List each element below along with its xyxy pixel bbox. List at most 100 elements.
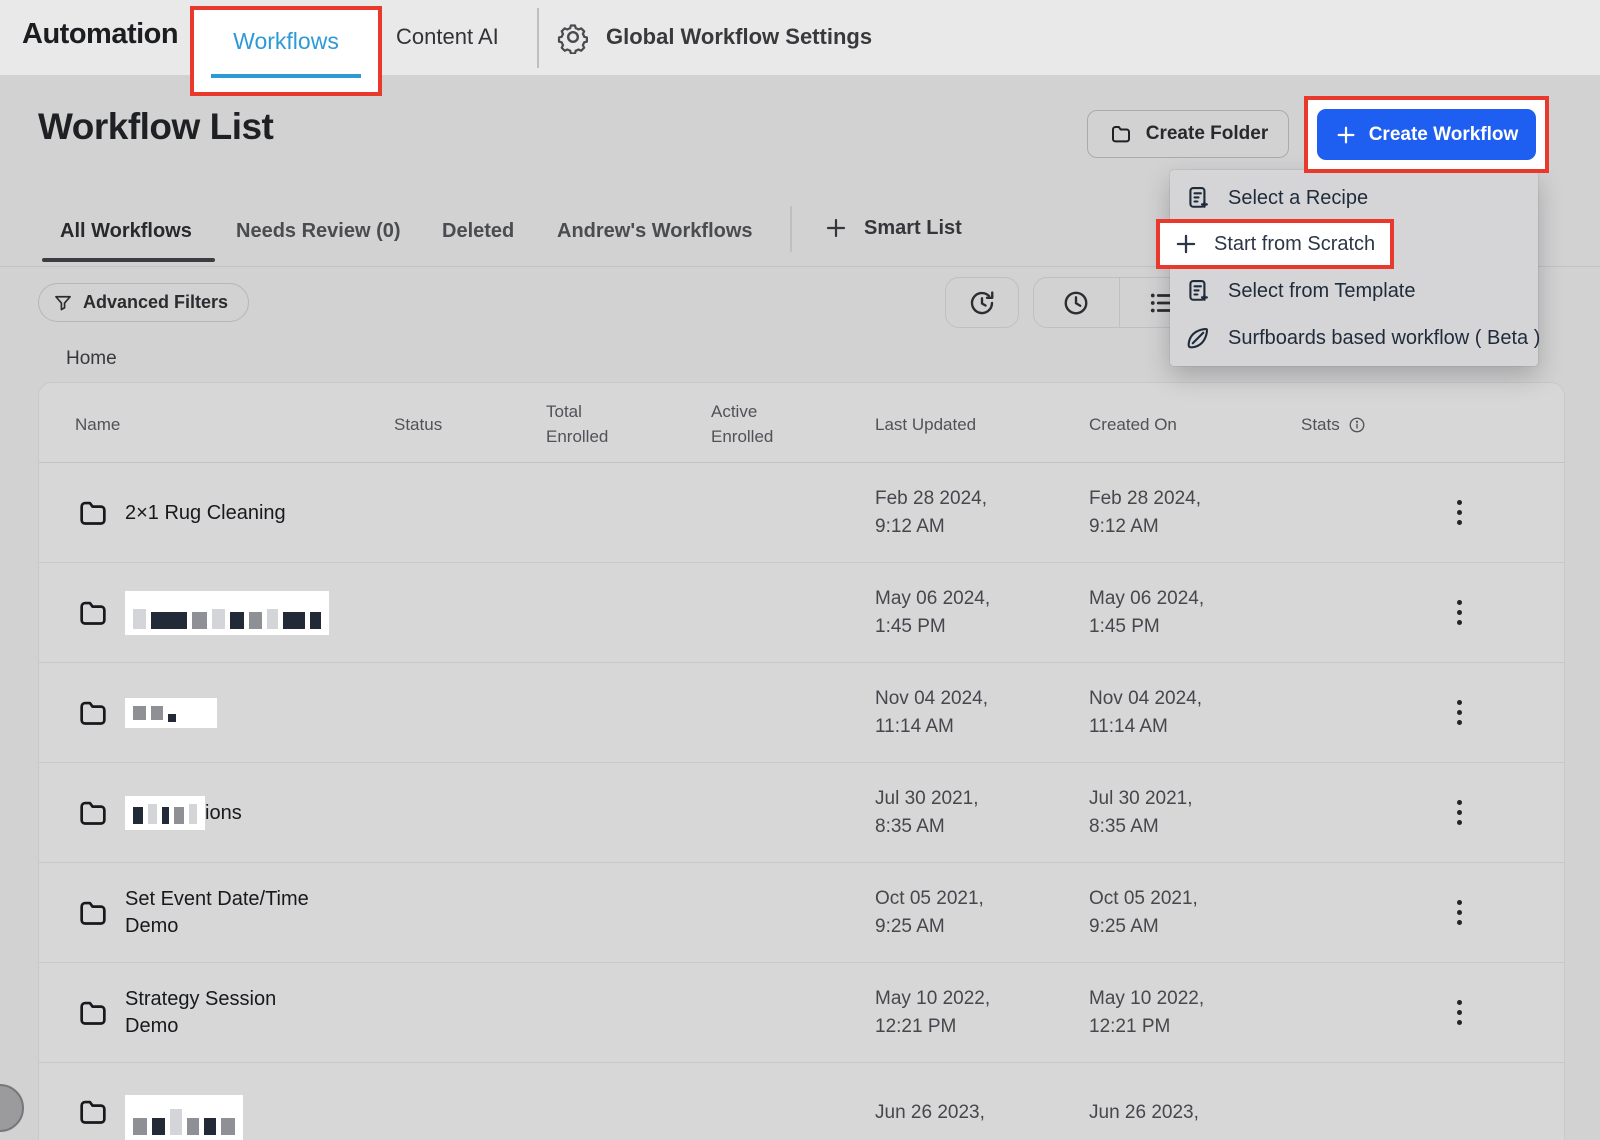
create-folder-button[interactable]: Create Folder xyxy=(1087,110,1289,158)
annotation-box-workflows: Workflows xyxy=(190,6,382,96)
column-header-status: Status xyxy=(394,412,442,437)
create-workflow-button[interactable]: Create Workflow xyxy=(1317,109,1536,160)
created-on-cell: Jul 30 2021,8:35 AM xyxy=(1089,785,1193,841)
folder-icon xyxy=(75,496,111,530)
redacted-workflow-name xyxy=(125,796,205,830)
info-icon[interactable] xyxy=(1348,416,1366,434)
topbar-divider xyxy=(537,8,539,68)
menu-item-label: Select from Template xyxy=(1228,280,1416,303)
active-filter-tab-underline xyxy=(42,258,215,262)
floating-widget-button[interactable] xyxy=(0,1084,24,1132)
workflow-name-suffix: ions xyxy=(205,802,242,825)
created-on-cell: May 10 2022,12:21 PM xyxy=(1089,985,1204,1041)
redacted-workflow-name xyxy=(125,698,217,728)
clock-view-button[interactable] xyxy=(1034,278,1119,327)
created-on-cell: Oct 05 2021,9:25 AM xyxy=(1089,885,1198,941)
row-actions-button[interactable] xyxy=(1439,891,1479,935)
last-updated-cell: May 06 2024,1:45 PM xyxy=(875,585,990,641)
table-row[interactable]: Set Event Date/Time Demo Oct 05 2021,9:2… xyxy=(39,863,1564,963)
created-on-cell: Jun 26 2023, xyxy=(1089,1099,1199,1127)
workflow-name[interactable]: Set Event Date/Time Demo xyxy=(125,886,337,940)
row-actions-button[interactable] xyxy=(1439,691,1479,735)
advanced-filters-button[interactable]: Advanced Filters xyxy=(38,283,249,322)
plus-icon xyxy=(1173,231,1199,257)
row-actions-button[interactable] xyxy=(1439,791,1479,835)
template-icon xyxy=(1184,277,1212,305)
stats-label: Stats xyxy=(1301,412,1340,437)
breadcrumb[interactable]: Home xyxy=(66,348,117,370)
created-on-cell: Feb 28 2024,9:12 AM xyxy=(1089,485,1201,541)
column-header-created-on: Created On xyxy=(1089,412,1177,437)
workflow-name[interactable]: 2×1 Rug Cleaning xyxy=(125,500,286,527)
folder-icon xyxy=(75,796,111,830)
create-workflow-label: Create Workflow xyxy=(1369,124,1519,146)
plus-icon xyxy=(824,216,848,240)
create-folder-label: Create Folder xyxy=(1146,123,1268,145)
last-updated-cell: Nov 04 2024,11:14 AM xyxy=(875,685,988,741)
gear-icon xyxy=(556,20,590,54)
table-row[interactable]: ions Jul 30 2021,8:35 AM Jul 30 2021,8:3… xyxy=(39,763,1564,863)
table-row[interactable]: May 06 2024,1:45 PM May 06 2024,1:45 PM xyxy=(39,563,1564,663)
menu-item-select-from-template[interactable]: Select from Template xyxy=(1184,277,1416,305)
table-header-row: Name Status Total Enrolled Active Enroll… xyxy=(39,383,1564,463)
menu-item-label: Select a Recipe xyxy=(1228,187,1368,210)
clock-icon xyxy=(1061,288,1091,318)
annotation-box-create-workflow: Create Workflow xyxy=(1304,96,1549,173)
table-row[interactable]: 2×1 Rug Cleaning Feb 28 2024,9:12 AM Feb… xyxy=(39,463,1564,563)
smart-list-label: Smart List xyxy=(864,217,962,240)
plus-icon xyxy=(1335,124,1357,146)
tab-deleted[interactable]: Deleted xyxy=(442,220,514,243)
created-on-cell: May 06 2024,1:45 PM xyxy=(1089,585,1204,641)
row-actions-button[interactable] xyxy=(1439,591,1479,635)
smart-list-button[interactable]: Smart List xyxy=(824,216,962,240)
menu-item-start-from-scratch[interactable]: Start from Scratch xyxy=(1156,219,1394,269)
row-actions-button[interactable] xyxy=(1439,991,1479,1035)
recipe-icon xyxy=(1184,184,1212,212)
column-header-active-enrolled: Active Enrolled xyxy=(711,399,801,449)
folder-icon xyxy=(1108,122,1134,146)
global-workflow-settings-label: Global Workflow Settings xyxy=(606,24,872,50)
history-icon xyxy=(967,288,997,318)
advanced-filters-label: Advanced Filters xyxy=(83,292,228,313)
tab-all-workflows[interactable]: All Workflows xyxy=(60,220,192,243)
folder-icon xyxy=(75,896,111,930)
surfboard-icon xyxy=(1184,324,1212,352)
folder-icon xyxy=(75,696,111,730)
history-view-button[interactable] xyxy=(945,277,1019,328)
last-updated-cell: Jul 30 2021,8:35 AM xyxy=(875,785,979,841)
folder-icon xyxy=(75,996,111,1030)
app-title: Automation xyxy=(22,18,178,51)
redacted-workflow-name xyxy=(125,1095,243,1140)
active-tab-underline xyxy=(211,74,361,78)
menu-item-label: Start from Scratch xyxy=(1214,233,1375,256)
global-workflow-settings[interactable]: Global Workflow Settings xyxy=(556,20,872,54)
last-updated-cell: Oct 05 2021,9:25 AM xyxy=(875,885,984,941)
workflow-name[interactable]: Strategy Session Demo xyxy=(125,986,295,1040)
table-row[interactable]: Nov 04 2024,11:14 AM Nov 04 2024,11:14 A… xyxy=(39,663,1564,763)
redacted-workflow-name xyxy=(125,591,329,635)
workflow-table: Name Status Total Enrolled Active Enroll… xyxy=(38,382,1565,1140)
tab-content-ai[interactable]: Content AI xyxy=(396,24,499,50)
tab-needs-review[interactable]: Needs Review (0) xyxy=(236,220,401,243)
column-header-last-updated: Last Updated xyxy=(875,412,976,437)
folder-icon xyxy=(75,596,111,630)
column-header-total-enrolled: Total Enrolled xyxy=(546,399,636,449)
last-updated-cell: May 10 2022,12:21 PM xyxy=(875,985,990,1041)
page-title: Workflow List xyxy=(38,106,273,148)
tab-andrews-workflows[interactable]: Andrew's Workflows xyxy=(557,220,753,243)
table-row[interactable]: Strategy Session Demo May 10 2022,12:21 … xyxy=(39,963,1564,1063)
menu-item-label: Surfboards based workflow ( Beta ) xyxy=(1228,327,1540,350)
filter-funnel-icon xyxy=(53,293,73,313)
folder-icon xyxy=(75,1095,111,1129)
column-header-stats: Stats xyxy=(1301,412,1366,437)
menu-item-select-a-recipe[interactable]: Select a Recipe xyxy=(1184,184,1368,212)
column-header-name: Name xyxy=(75,412,120,437)
tab-workflows[interactable]: Workflows xyxy=(194,28,378,55)
row-actions-button[interactable] xyxy=(1439,491,1479,535)
filter-tabs-divider xyxy=(790,206,792,252)
last-updated-cell: Jun 26 2023, xyxy=(875,1099,985,1127)
last-updated-cell: Feb 28 2024,9:12 AM xyxy=(875,485,987,541)
menu-item-surfboards-workflow[interactable]: Surfboards based workflow ( Beta ) xyxy=(1184,324,1540,352)
table-row[interactable]: Jun 26 2023, Jun 26 2023, xyxy=(39,1063,1564,1140)
created-on-cell: Nov 04 2024,11:14 AM xyxy=(1089,685,1202,741)
